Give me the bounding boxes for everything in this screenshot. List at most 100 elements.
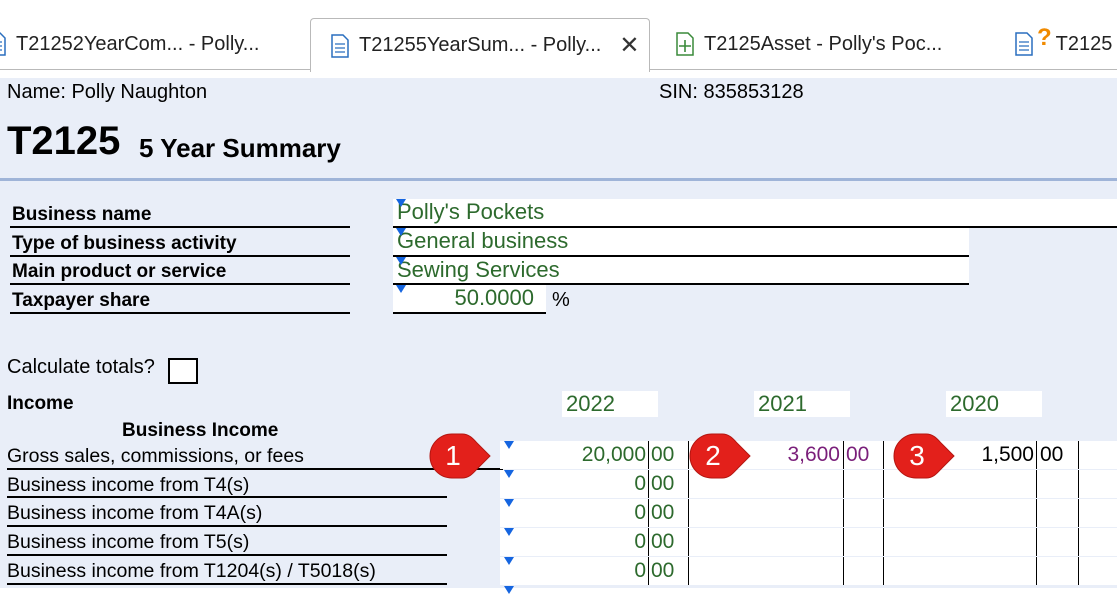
divider — [10, 255, 350, 257]
tab-t2125asset[interactable]: T2125Asset - Polly's Poc... — [676, 18, 976, 70]
tab-t2125[interactable]: ? T2125 — [1015, 18, 1117, 70]
column-separator — [1078, 441, 1079, 469]
tab-label: T2125 — [1055, 32, 1113, 55]
business-income-heading: Business Income — [122, 420, 279, 441]
decimal-separator — [1036, 441, 1037, 469]
column-separator — [883, 470, 884, 498]
decimal-separator — [1036, 499, 1037, 527]
callout-number: 2 — [705, 440, 721, 471]
business-activity-field[interactable]: General business — [393, 228, 969, 255]
row-label-t4a: Business income from T4A(s) — [7, 502, 263, 524]
t5-2022-cents[interactable]: 00 — [651, 528, 677, 556]
decimal-separator — [1036, 528, 1037, 556]
question-badge: ? — [1037, 24, 1052, 51]
business-activity-label: Type of business activity — [12, 233, 237, 254]
tab-label: T21252YearCom... - Polly... — [16, 32, 260, 55]
divider — [7, 525, 447, 527]
tab-bar: T21252YearCom... - Polly... T21255YearSu… — [0, 0, 1117, 72]
column-separator — [688, 528, 689, 556]
taxpayer-share-field[interactable]: 50.0000 — [393, 285, 546, 312]
page-title: 5 Year Summary — [139, 133, 341, 163]
form-code: T2125 — [7, 119, 121, 163]
marker-icon — [396, 199, 406, 207]
callout-number: 1 — [445, 440, 461, 471]
t4a-2022-input[interactable]: 0 — [500, 499, 646, 527]
t4-2022-cents[interactable]: 00 — [651, 470, 677, 498]
divider — [10, 312, 350, 314]
calculate-totals-label: Calculate totals? — [7, 356, 155, 378]
decimal-separator — [843, 499, 844, 527]
callout-number: 3 — [909, 440, 925, 471]
callout-2: 2 — [688, 432, 752, 480]
t1204-2022-cents[interactable]: 00 — [651, 557, 677, 585]
year-2020: 2020 — [946, 391, 1042, 417]
main-product-field[interactable]: Sewing Services — [393, 257, 969, 283]
income-heading: Income — [7, 393, 74, 414]
column-separator — [688, 557, 689, 585]
decimal-separator — [648, 528, 649, 556]
column-separator — [1078, 499, 1079, 527]
taxpayer-name: Name: Polly Naughton — [7, 81, 208, 103]
row-label-gross-sales: Gross sales, commissions, or fees — [7, 445, 304, 467]
row-label-t5: Business income from T5(s) — [7, 531, 250, 553]
column-separator — [883, 528, 884, 556]
column-separator — [688, 499, 689, 527]
row-label-t1204-t5018: Business income from T1204(s) / T5018(s) — [7, 560, 376, 582]
divider — [7, 496, 447, 498]
gross-sales-2020-cents[interactable]: 00 — [1040, 441, 1066, 469]
divider — [10, 226, 350, 228]
gross-sales-2022-cents[interactable]: 00 — [651, 441, 677, 469]
year-2021: 2021 — [754, 391, 850, 417]
marker-icon — [396, 228, 406, 236]
document-icon — [0, 32, 6, 56]
document-question-icon — [1015, 32, 1033, 56]
decimal-separator — [843, 441, 844, 469]
marker-icon — [504, 586, 514, 594]
tab-label: T2125Asset - Polly's Poc... — [704, 32, 943, 55]
tab-t21255yearsum[interactable]: T21255YearSum... - Polly... ✕ — [310, 18, 650, 72]
divider — [10, 283, 350, 285]
close-icon[interactable]: ✕ — [619, 31, 639, 60]
business-name-field[interactable]: Polly's Pockets — [393, 199, 1117, 226]
decimal-separator — [648, 470, 649, 498]
decimal-separator — [648, 441, 649, 469]
gross-sales-2021-cents[interactable]: 00 — [846, 441, 872, 469]
decimal-separator — [843, 470, 844, 498]
document-plus-icon — [676, 32, 694, 56]
tab-label: T21255YearSum... - Polly... — [359, 34, 602, 56]
divider — [7, 554, 447, 556]
marker-icon — [396, 257, 406, 265]
column-separator — [883, 557, 884, 585]
year-2022: 2022 — [562, 391, 658, 417]
tab-t21252yearcom[interactable]: T21252YearCom... - Polly... — [0, 18, 288, 70]
t1204-2022-input[interactable]: 0 — [500, 557, 646, 585]
document-icon — [331, 33, 349, 58]
callout-3: 3 — [892, 432, 956, 480]
business-name-label: Business name — [12, 204, 152, 225]
calculate-totals-checkbox[interactable] — [168, 358, 198, 384]
percent-sign: % — [552, 289, 570, 311]
divider — [7, 583, 447, 585]
decimal-separator — [843, 528, 844, 556]
taxpayer-share-label: Taxpayer share — [12, 290, 151, 311]
t4-2022-input[interactable]: 0 — [500, 470, 646, 498]
t4a-2022-cents[interactable]: 00 — [651, 499, 677, 527]
marker-icon — [396, 285, 406, 293]
column-separator — [883, 441, 884, 469]
taxpayer-sin: SIN: 835853128 — [659, 81, 804, 103]
divider — [393, 312, 546, 314]
callout-1: 1 — [428, 432, 492, 480]
decimal-separator — [1036, 470, 1037, 498]
column-separator — [883, 499, 884, 527]
decimal-separator — [1036, 557, 1037, 585]
decimal-separator — [648, 499, 649, 527]
t5-2022-input[interactable]: 0 — [500, 528, 646, 556]
column-separator — [1078, 528, 1079, 556]
gross-sales-2022-input[interactable]: 20,000 — [500, 441, 646, 469]
row-label-t4: Business income from T4(s) — [7, 474, 250, 496]
form-area: Name: Polly Naughton SIN: 835853128 T212… — [0, 78, 1117, 594]
column-separator — [1078, 557, 1079, 585]
main-product-label: Main product or service — [12, 261, 227, 282]
header-divider — [0, 178, 1117, 181]
column-separator — [1078, 470, 1079, 498]
